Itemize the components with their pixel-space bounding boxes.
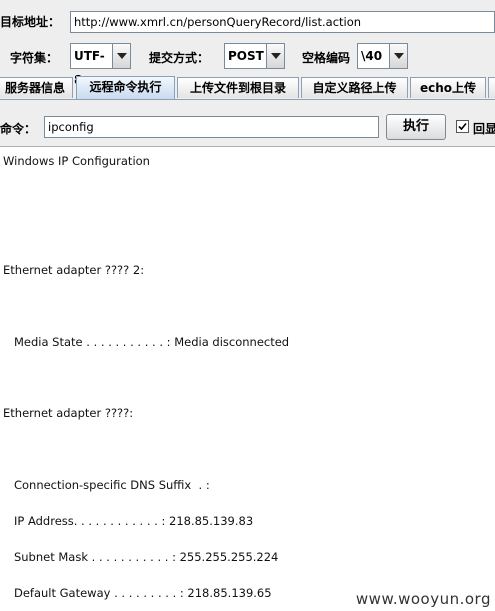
method-label: 提交方式： [149,51,210,65]
charset-label: 字符集： [10,51,59,65]
target-url-input[interactable]: http://www.xmrl.cn/personQueryRecord/lis… [70,11,495,33]
output-line: Ethernet adapter ???? 2: [3,263,145,277]
tab-server-info[interactable]: 服务器信息 [0,77,73,98]
tab-upload-root[interactable]: 上传文件到根目录 [177,77,299,98]
watermark: www.wooyun.org [355,590,491,608]
execute-button[interactable]: 执行 [386,114,446,140]
output-line: Default Gateway . . . . . . . . . : 218.… [3,586,272,600]
method-value: POST [228,49,264,63]
chevron-down-icon[interactable] [266,44,284,68]
checkmark-icon [458,122,467,131]
output-line: Windows IP Configuration [3,154,150,168]
space-encoding-select[interactable]: \40 [357,43,408,69]
space-encoding-label: 空格编码 [302,51,351,65]
chevron-down-icon[interactable] [389,44,407,68]
tab-overflow[interactable] [488,77,495,98]
output-line: Subnet Mask . . . . . . . . . . . : 255.… [3,550,279,564]
output-line: Connection-specific DNS Suffix . : [3,478,210,492]
command-label: 命令： [0,122,37,136]
space-encoding-value: \40 [361,49,383,63]
echo-label: 回显 [473,122,495,136]
target-label: 目标地址： [0,15,61,29]
tab-echo-upload[interactable]: echo上传 [410,77,486,98]
tab-divider [0,99,495,100]
tab-remote-command[interactable]: 远程命令执行 [76,76,175,99]
output-line: Media State . . . . . . . . . . . : Medi… [3,335,290,349]
command-input[interactable]: ipconfig [44,116,379,138]
output-line: IP Address. . . . . . . . . . . . : 218.… [3,514,254,528]
charset-select[interactable]: UTF-8 [70,43,131,87]
output-line: Ethernet adapter ????: [3,406,134,420]
tab-bar: 服务器信息 远程命令执行 上传文件到根目录 自定义路径上传 echo上传 [0,76,495,100]
command-output[interactable]: Windows IP Configuration Ethernet adapte… [0,146,495,611]
charset-value: UTF-8 [74,49,105,87]
chevron-down-icon[interactable] [112,44,130,68]
echo-checkbox[interactable] [456,120,469,133]
tab-custom-path-upload[interactable]: 自定义路径上传 [301,77,408,98]
method-select[interactable]: POST [224,43,285,69]
